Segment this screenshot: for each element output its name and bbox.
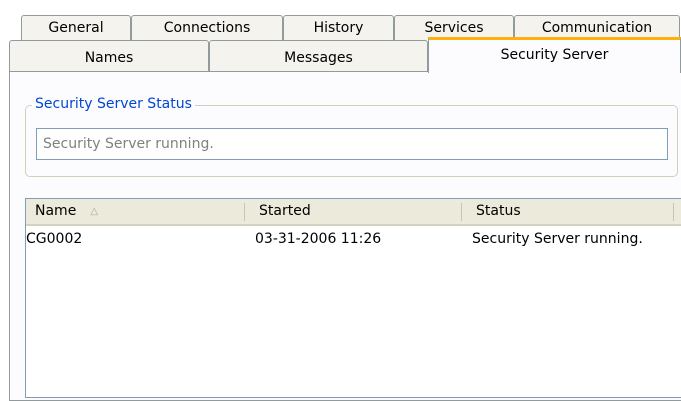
column-header-started[interactable]: Started: [250, 199, 461, 224]
tab-security-server[interactable]: Security Server: [428, 37, 681, 73]
column-header-name-label: Name: [35, 203, 77, 219]
security-server-status-legend: Security Server Status: [32, 95, 195, 113]
tab-history[interactable]: History: [283, 15, 394, 40]
tab-messages[interactable]: Messages: [209, 40, 428, 71]
column-header-status-label: Status: [476, 203, 521, 219]
sort-ascending-icon: △: [90, 206, 99, 217]
cell-started: 03-31-2006 11:26: [255, 231, 382, 247]
tab-names[interactable]: Names: [9, 40, 209, 71]
security-server-status-field[interactable]: Security Server running.: [36, 128, 668, 160]
tab-connections[interactable]: Connections: [131, 15, 283, 40]
tab-general[interactable]: General: [21, 15, 131, 40]
list-header: Name △ Started Status: [26, 199, 681, 226]
column-divider[interactable]: [461, 203, 462, 221]
column-header-status[interactable]: Status: [467, 199, 673, 224]
cell-name: CG0002: [26, 231, 83, 247]
column-header-started-label: Started: [259, 203, 311, 219]
security-server-list[interactable]: Name △ Started Status CG0002 03-31-2006 1…: [25, 198, 681, 398]
column-divider[interactable]: [673, 203, 674, 221]
column-header-name[interactable]: Name △: [26, 199, 244, 224]
column-divider[interactable]: [244, 203, 245, 221]
cell-status: Security Server running.: [472, 231, 643, 247]
